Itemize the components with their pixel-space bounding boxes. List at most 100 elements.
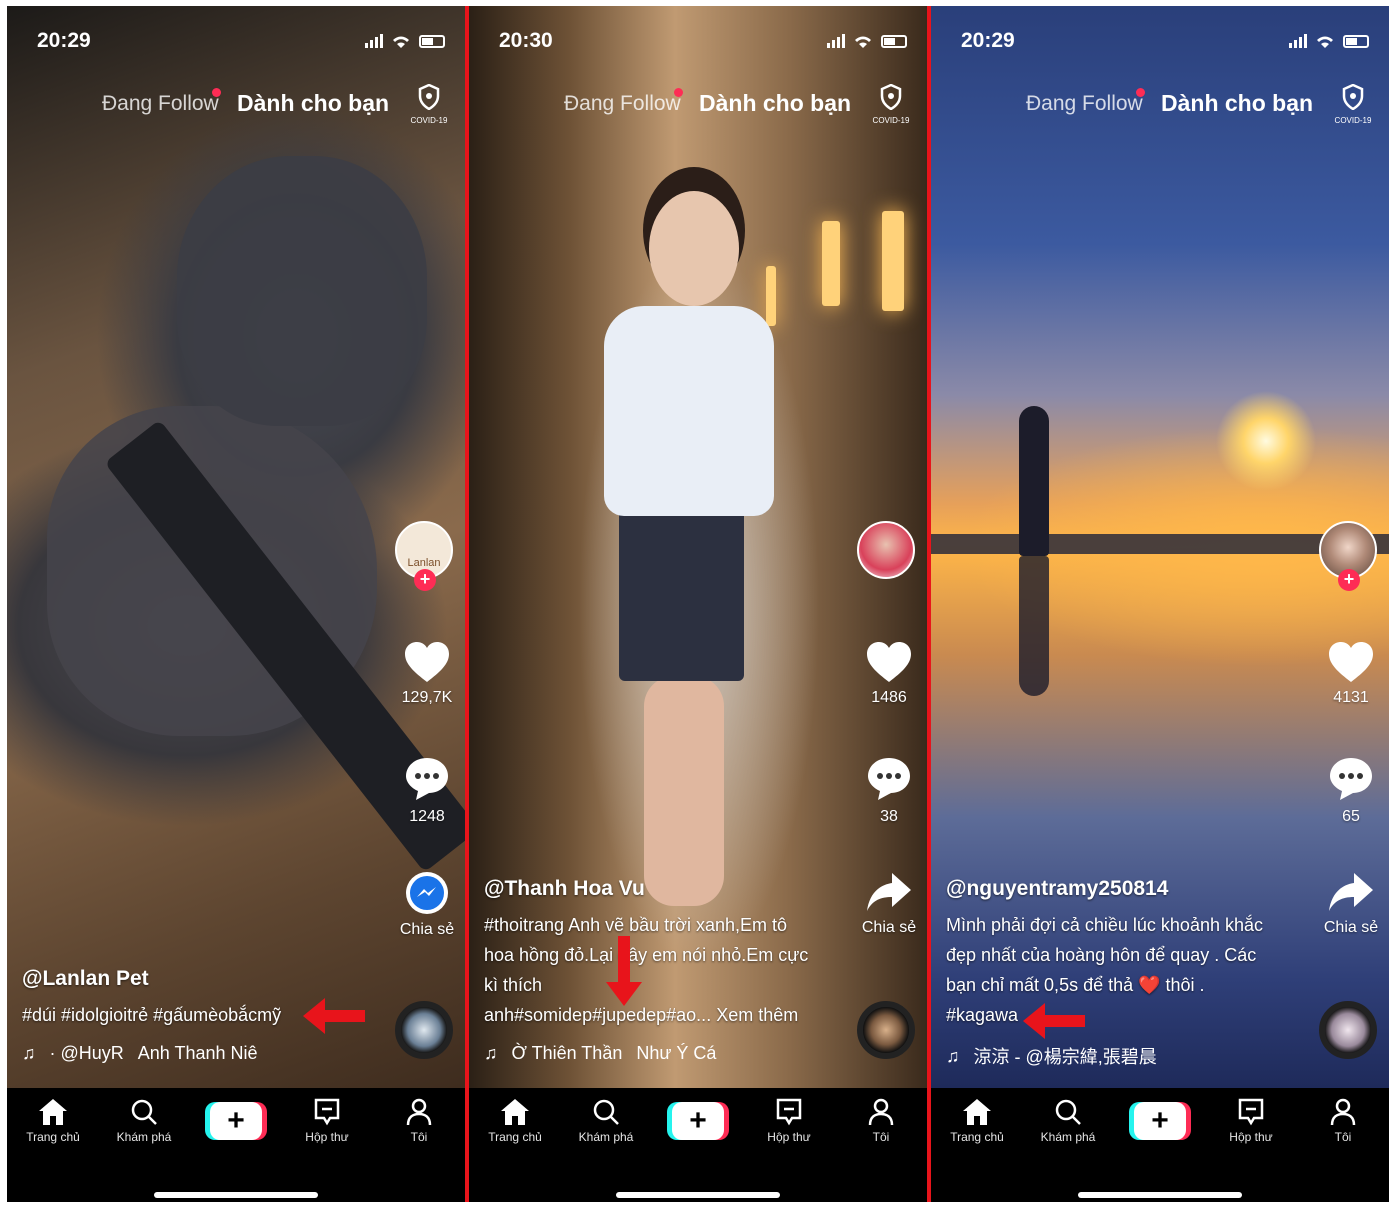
music-info[interactable]: ♫ 涼涼 - @楊宗緯,張碧晨 — [946, 1043, 1157, 1069]
music-disc[interactable] — [395, 1001, 453, 1059]
caption-line[interactable]: bạn chỉ mất 0,5s để thả ❤️ thôi . — [946, 970, 1306, 1000]
creator-username[interactable]: @Thanh Hoa Vu — [484, 874, 844, 904]
caption-line[interactable]: kì thích — [484, 970, 844, 1000]
share-icon — [1329, 873, 1373, 911]
tab-inbox[interactable]: Hộp thư — [1211, 1098, 1291, 1144]
like-button[interactable]: 4131 — [1319, 641, 1383, 707]
covid-button[interactable]: COVID-19 — [407, 83, 451, 125]
red-arrow-icon — [1023, 1003, 1085, 1039]
share-button[interactable]: Chia sẻ — [1319, 871, 1383, 937]
heart-icon — [1329, 642, 1373, 682]
creator-username[interactable]: @nguyentramy250814 — [946, 874, 1306, 904]
tab-for-you[interactable]: Dành cho bạn — [1161, 90, 1313, 117]
home-icon — [963, 1099, 991, 1125]
share-button[interactable]: Chia sẻ — [857, 871, 921, 937]
tab-profile[interactable]: Tôi — [841, 1098, 921, 1144]
tab-label: Khám phá — [116, 1130, 172, 1144]
creator-avatar[interactable] — [857, 521, 915, 579]
bottom-tab-bar: Trang chủ Khám phá + Hộp thư Tôi — [469, 1088, 927, 1202]
caption-line[interactable]: Mình phải đợi cả chiều lúc khoảnh khắc — [946, 910, 1306, 940]
caption-line[interactable]: đẹp nhất của hoàng hôn để quay . Các — [946, 940, 1306, 970]
music-info[interactable]: ♫ · @HuyR Anh Thanh Niê — [22, 1043, 258, 1064]
like-count: 4131 — [1333, 689, 1369, 706]
caption-line[interactable]: hoa hồng đỏ.Lại đây em nói nhỏ.Em cực — [484, 940, 844, 970]
video-content — [619, 506, 744, 681]
covid-button[interactable]: COVID-19 — [1331, 83, 1375, 125]
share-button[interactable]: Chia sẻ — [395, 871, 459, 939]
video-content — [822, 221, 840, 306]
music-title: 涼涼 - @楊宗緯,張碧晨 — [973, 1047, 1157, 1067]
follow-plus-button[interactable]: + — [1338, 569, 1360, 591]
home-indicator — [154, 1192, 318, 1198]
inbox-icon — [776, 1098, 802, 1126]
caption-line[interactable]: #kagawa — [946, 1000, 1306, 1030]
comment-count: 65 — [1342, 808, 1360, 825]
status-time: 20:29 — [37, 29, 91, 52]
tab-label: Khám phá — [578, 1130, 634, 1144]
like-count: 129,7K — [401, 689, 453, 706]
create-button[interactable]: + — [1134, 1102, 1186, 1140]
video-content — [766, 266, 776, 326]
tab-discover[interactable]: Khám phá — [104, 1098, 184, 1144]
comment-button[interactable]: 38 — [857, 756, 921, 826]
share-label: Chia sẻ — [861, 919, 917, 936]
status-bar: 20:29 — [961, 28, 1369, 54]
status-bar: 20:29 — [37, 28, 445, 54]
like-button[interactable]: 1486 — [857, 641, 921, 707]
battery-icon — [1343, 34, 1369, 48]
bottom-tab-bar: Trang chủ Khám phá + Hộp thư Tôi — [7, 1088, 465, 1202]
like-count: 1486 — [871, 689, 907, 706]
tab-for-you[interactable]: Dành cho bạn — [237, 90, 389, 117]
video-caption: @nguyentramy250814 Mình phải đợi cả chiề… — [946, 874, 1306, 1030]
tab-label: Trang chủ — [26, 1130, 80, 1144]
caption-line[interactable]: #thoitrang Anh vẽ bầu trời xanh,Em tô — [484, 910, 844, 940]
create-button[interactable]: + — [210, 1102, 262, 1140]
share-icon — [867, 873, 911, 911]
music-note-icon: ♫ — [484, 1043, 498, 1063]
comment-button[interactable]: 65 — [1319, 756, 1383, 826]
covid-button[interactable]: COVID-19 — [869, 83, 913, 125]
shield-icon — [418, 83, 440, 111]
share-label: Chia sẻ — [1323, 919, 1379, 936]
music-info[interactable]: ♫ Ờ Thiên Thần Như Ý Cá — [484, 1043, 716, 1064]
comment-icon — [406, 758, 448, 800]
creator-username[interactable]: @Lanlan Pet — [22, 964, 382, 994]
tab-home[interactable]: Trang chủ — [475, 1098, 555, 1144]
tab-following[interactable]: Đang Follow — [564, 92, 681, 116]
caption-line[interactable]: anh#somidep#jupedep#ao... Xem thêm — [484, 1000, 844, 1030]
wifi-icon — [1315, 33, 1335, 49]
tab-inbox[interactable]: Hộp thư — [749, 1098, 829, 1144]
comment-button[interactable]: 1248 — [395, 756, 459, 826]
music-note-icon: ♫ — [22, 1043, 36, 1063]
create-button[interactable]: + — [672, 1102, 724, 1140]
bottom-tab-bar: Trang chủ Khám phá + Hộp thư Tôi — [931, 1088, 1389, 1202]
follow-plus-button[interactable]: + — [414, 569, 436, 591]
search-icon — [131, 1099, 157, 1125]
tab-discover[interactable]: Khám phá — [566, 1098, 646, 1144]
tab-profile[interactable]: Tôi — [1303, 1098, 1383, 1144]
tab-following[interactable]: Đang Follow — [1026, 92, 1143, 116]
music-title: Anh Thanh Niê — [137, 1043, 258, 1063]
tab-label: Hộp thư — [305, 1130, 349, 1144]
tab-label: Tôi — [1334, 1130, 1352, 1144]
tab-inbox[interactable]: Hộp thư — [287, 1098, 367, 1144]
tab-home[interactable]: Trang chủ — [937, 1098, 1017, 1144]
comment-icon — [868, 758, 910, 800]
feed-tabs: Đang Follow Dành cho bạn COVID-19 — [931, 83, 1389, 128]
music-disc[interactable] — [1319, 1001, 1377, 1059]
battery-icon — [419, 34, 445, 48]
tab-home[interactable]: Trang chủ — [13, 1098, 93, 1144]
tab-for-you[interactable]: Dành cho bạn — [699, 90, 851, 117]
like-button[interactable]: 129,7K — [395, 641, 459, 707]
inbox-icon — [314, 1098, 340, 1126]
home-indicator — [1078, 1192, 1242, 1198]
share-label: Chia sẻ — [399, 921, 455, 938]
signal-icon — [365, 34, 383, 48]
battery-icon — [881, 34, 907, 48]
music-disc[interactable] — [857, 1001, 915, 1059]
tab-discover[interactable]: Khám phá — [1028, 1098, 1108, 1144]
video-content — [649, 191, 739, 306]
tab-label: Hộp thư — [767, 1130, 811, 1144]
tab-following[interactable]: Đang Follow — [102, 92, 219, 116]
tab-profile[interactable]: Tôi — [379, 1098, 459, 1144]
